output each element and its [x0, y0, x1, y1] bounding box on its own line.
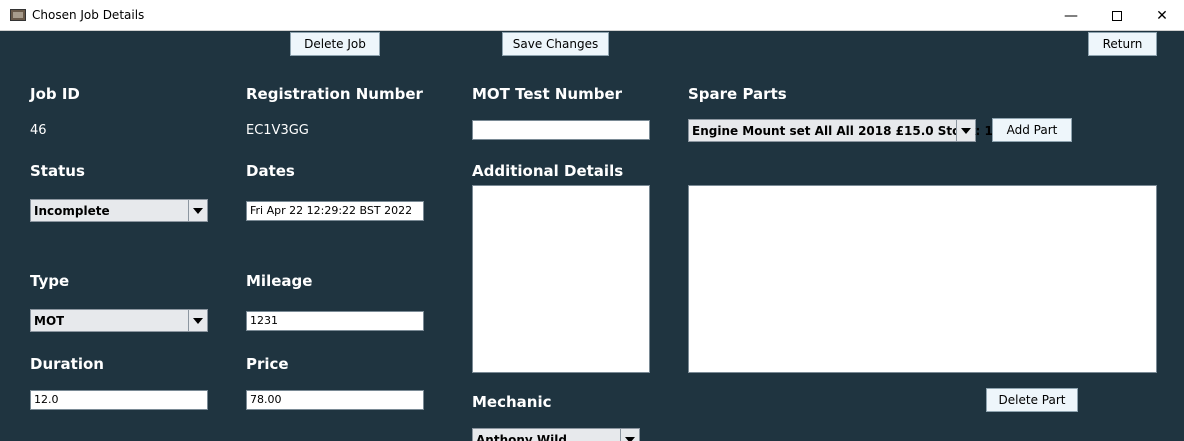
duration-label: Duration — [30, 355, 104, 373]
save-changes-button[interactable]: Save Changes — [502, 32, 609, 56]
spare-parts-selected: Engine Mount set All All 2018 £15.0 Stoc… — [692, 124, 1002, 138]
dates-input[interactable]: Fri Apr 22 12:29:22 BST 2022 — [246, 201, 424, 221]
delete-part-button[interactable]: Delete Part — [986, 388, 1078, 412]
duration-input[interactable]: 12.0 — [30, 390, 208, 410]
registration-number-label: Registration Number — [246, 85, 423, 103]
type-selected: MOT — [34, 314, 65, 328]
spare-parts-label: Spare Parts — [688, 85, 787, 103]
maximize-icon — [1112, 10, 1122, 21]
dates-label: Dates — [246, 162, 295, 180]
close-icon: ✕ — [1156, 7, 1168, 24]
mechanic-label: Mechanic — [472, 393, 552, 411]
status-dropdown[interactable]: Incomplete — [30, 199, 208, 222]
maximize-button[interactable] — [1094, 0, 1140, 31]
type-label: Type — [30, 272, 70, 290]
chevron-down-icon[interactable] — [188, 200, 207, 221]
status-selected: Incomplete — [34, 204, 110, 218]
job-id-value: 46 — [30, 123, 47, 138]
mot-test-number-input[interactable] — [472, 120, 650, 140]
mileage-label: Mileage — [246, 272, 313, 290]
registration-number-value: EC1V3GG — [246, 123, 309, 138]
app-icon — [10, 9, 26, 21]
price-input[interactable]: 78.00 — [246, 390, 424, 410]
mechanic-selected: Anthony Wild — [476, 433, 567, 441]
mechanic-dropdown[interactable]: Anthony Wild — [472, 428, 640, 441]
delete-job-button[interactable]: Delete Job — [290, 32, 380, 56]
job-id-label: Job ID — [30, 85, 80, 103]
additional-details-textarea[interactable] — [472, 185, 650, 373]
close-button[interactable]: ✕ — [1139, 0, 1184, 31]
additional-details-label: Additional Details — [472, 162, 624, 180]
spare-parts-dropdown[interactable]: Engine Mount set All All 2018 £15.0 Stoc… — [688, 119, 1001, 142]
chevron-down-icon[interactable] — [620, 429, 639, 441]
return-button[interactable]: Return — [1088, 32, 1157, 56]
mileage-input[interactable]: 1231 — [246, 311, 424, 331]
mot-test-number-label: MOT Test Number — [472, 85, 623, 103]
minimize-button[interactable]: — — [1048, 0, 1094, 31]
add-part-button[interactable]: Add Part — [992, 118, 1072, 142]
chevron-down-icon[interactable] — [956, 120, 975, 141]
price-label: Price — [246, 355, 289, 373]
window-title: Chosen Job Details — [32, 8, 145, 22]
window-titlebar: Chosen Job Details — ✕ — [0, 0, 1184, 31]
spare-parts-list[interactable] — [688, 185, 1157, 373]
chevron-down-icon[interactable] — [188, 310, 207, 331]
status-label: Status — [30, 162, 85, 180]
minimize-icon: — — [1064, 7, 1078, 24]
type-dropdown[interactable]: MOT — [30, 309, 208, 332]
